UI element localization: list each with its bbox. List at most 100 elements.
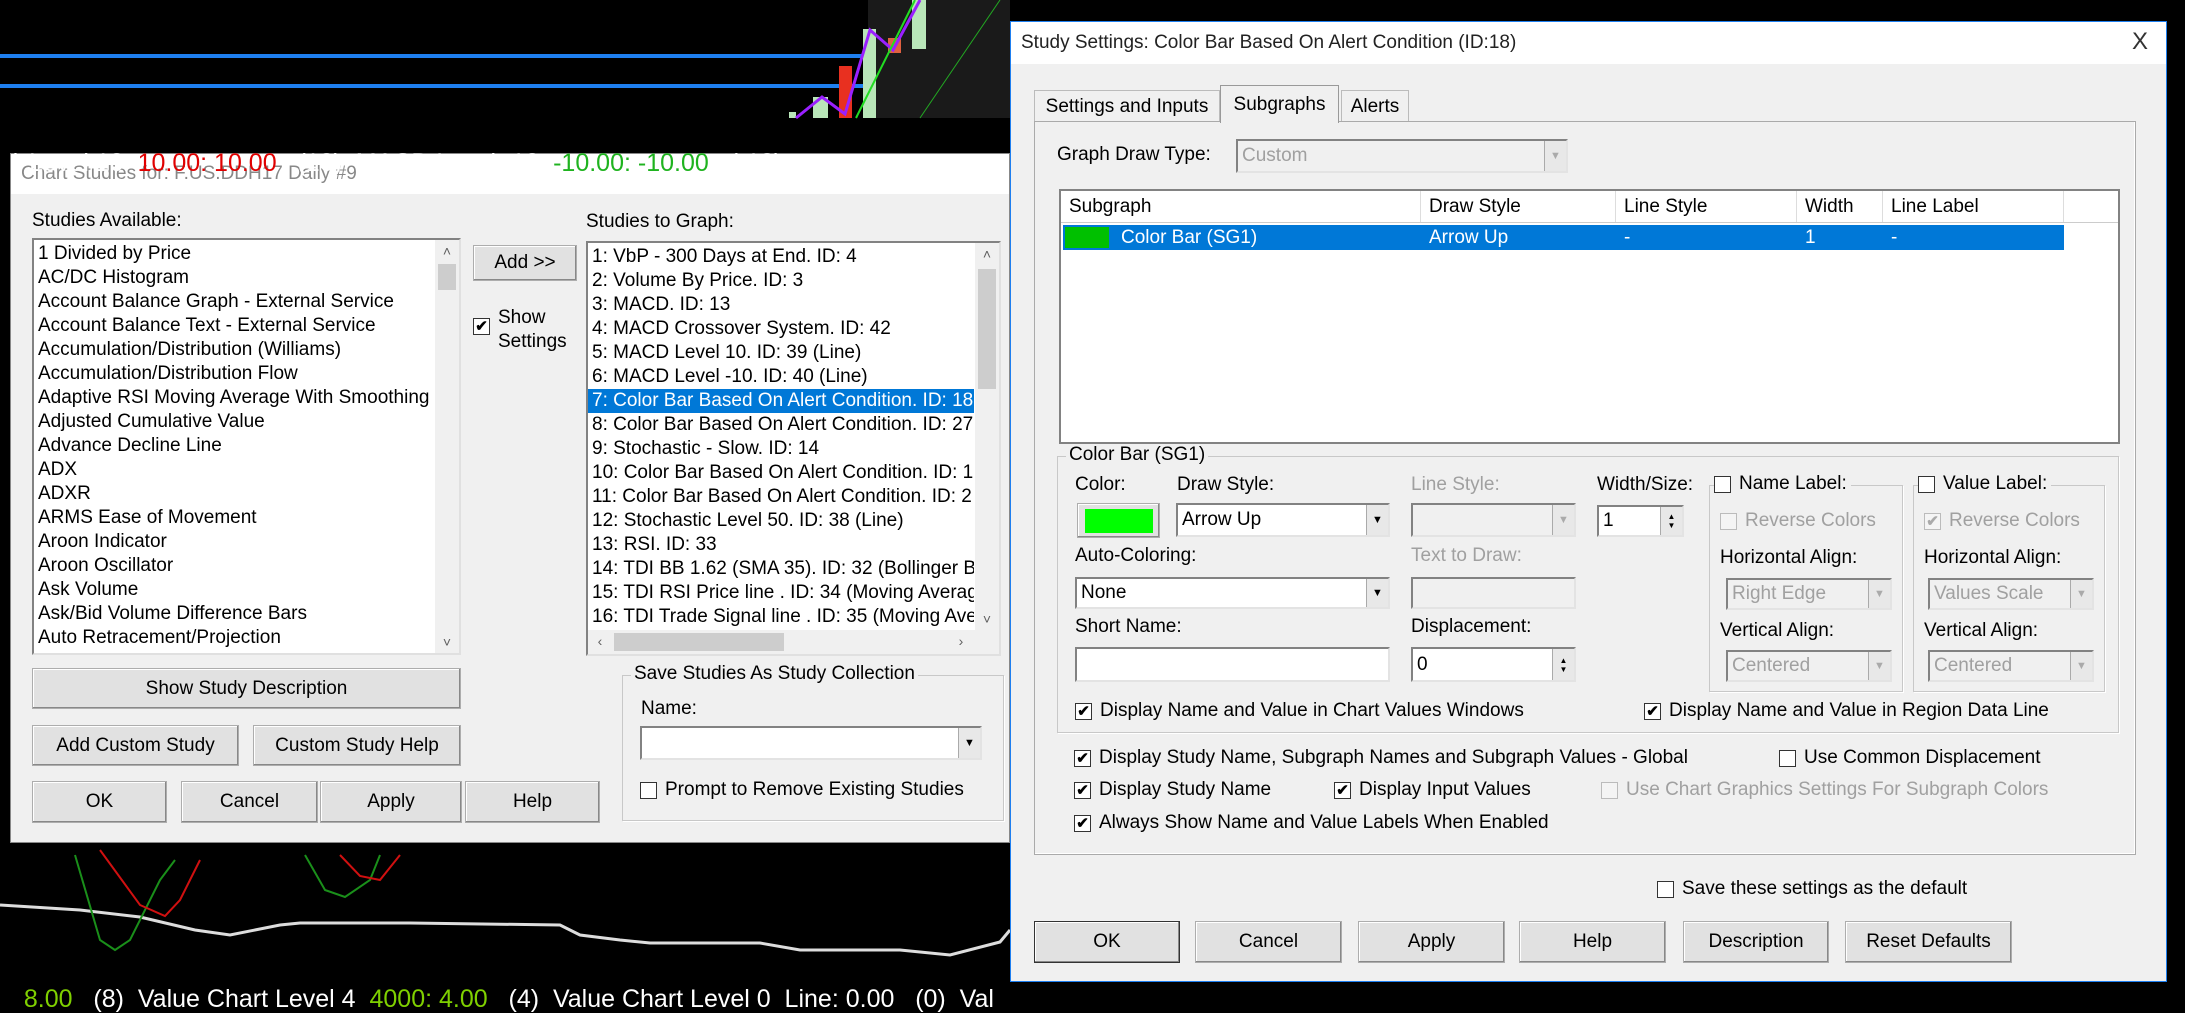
displacement-spinner[interactable]: 0 ▲ ▼: [1411, 647, 1576, 682]
checkbox-box[interactable]: [1779, 749, 1796, 767]
checkbox-box[interactable]: ✔: [1644, 702, 1661, 720]
dropdown-arrow-icon[interactable]: ▼: [1544, 141, 1566, 171]
apply-button[interactable]: Apply: [1358, 921, 1505, 963]
list-item[interactable]: Automatic Trendlines: [34, 650, 434, 653]
name-horizontal-align-combo[interactable]: Right Edge ▼: [1726, 578, 1892, 610]
name-vertical-align-combo[interactable]: Centered ▼: [1726, 650, 1892, 682]
chart-values-window-checkbox[interactable]: ✔ Display Name and Value in Chart Values …: [1075, 700, 1524, 722]
horizontal-scrollbar[interactable]: ‹ ›: [588, 630, 999, 654]
ok-button[interactable]: OK: [32, 781, 167, 823]
close-icon[interactable]: X: [2132, 28, 2148, 56]
list-item[interactable]: Aroon Indicator: [34, 530, 434, 554]
list-item[interactable]: 2: Volume By Price. ID: 3: [588, 269, 974, 293]
checkbox-box[interactable]: ✔: [1334, 781, 1351, 799]
list-item[interactable]: Ask Volume: [34, 578, 434, 602]
scroll-thumb[interactable]: [978, 269, 996, 389]
checkbox-box[interactable]: ✔: [1075, 702, 1092, 720]
list-item[interactable]: 8: Color Bar Based On Alert Condition. I…: [588, 413, 974, 437]
list-item[interactable]: Account Balance Text - External Service: [34, 314, 434, 338]
list-item[interactable]: Account Balance Graph - External Service: [34, 290, 434, 314]
checkbox-box[interactable]: [1714, 475, 1731, 493]
list-item[interactable]: 13: RSI. ID: 33: [588, 533, 974, 557]
help-button[interactable]: Help: [465, 781, 600, 823]
name-reverse-colors-checkbox[interactable]: Reverse Colors: [1720, 510, 1876, 532]
scroll-down-icon[interactable]: ˅: [435, 631, 459, 653]
save-as-default-checkbox[interactable]: Save these settings as the default: [1657, 878, 1967, 900]
column-header[interactable]: Width: [1797, 191, 1883, 222]
studies-to-graph-list[interactable]: 1: VbP - 300 Days at End. ID: 4 2: Volume…: [586, 241, 1001, 656]
region-data-line-checkbox[interactable]: ✔ Display Name and Value in Region Data L…: [1644, 700, 2049, 722]
auto-coloring-combo[interactable]: None ▼: [1075, 577, 1390, 609]
always-show-labels-checkbox[interactable]: ✔ Always Show Name and Value Labels When …: [1074, 812, 1549, 834]
spin-arrows-icon[interactable]: ▲ ▼: [1552, 649, 1574, 680]
use-common-displacement-checkbox[interactable]: Use Common Displacement: [1779, 747, 2041, 769]
add-study-button[interactable]: Add >>: [473, 245, 577, 281]
ok-button[interactable]: OK: [1034, 921, 1180, 963]
reset-defaults-button[interactable]: Reset Defaults: [1845, 921, 2012, 963]
checkbox-box[interactable]: ✔: [1924, 512, 1941, 530]
checkbox-box[interactable]: ✔: [1074, 749, 1091, 767]
list-item[interactable]: ADX: [34, 458, 434, 482]
value-vertical-align-combo[interactable]: Centered ▼: [1928, 650, 2094, 682]
subgraph-table[interactable]: Subgraph Draw Style Line Style Width Lin…: [1059, 189, 2120, 444]
cancel-button[interactable]: Cancel: [181, 781, 318, 823]
list-item[interactable]: Adaptive RSI Moving Average With Smoothi…: [34, 386, 434, 410]
checkbox-box[interactable]: [1918, 475, 1935, 493]
custom-study-help-button[interactable]: Custom Study Help: [253, 725, 461, 766]
spin-arrows-icon[interactable]: ▲ ▼: [1660, 507, 1682, 535]
checkbox-box[interactable]: ✔: [1074, 781, 1091, 799]
description-button[interactable]: Description: [1683, 921, 1829, 963]
display-study-name-checkbox[interactable]: ✔ Display Study Name: [1074, 779, 1271, 801]
list-item[interactable]: Accumulation/Distribution (Williams): [34, 338, 434, 362]
scroll-down-icon[interactable]: ˅: [975, 608, 999, 630]
short-name-input[interactable]: [1075, 647, 1390, 682]
color-picker-button[interactable]: [1077, 503, 1160, 538]
list-item[interactable]: Aroon Oscillator: [34, 554, 434, 578]
dropdown-arrow-icon[interactable]: ▼: [958, 728, 980, 758]
apply-button[interactable]: Apply: [320, 781, 462, 823]
column-header[interactable]: Draw Style: [1421, 191, 1616, 222]
checkbox-box[interactable]: ✔: [1074, 814, 1091, 832]
list-item[interactable]: 3: MACD. ID: 13: [588, 293, 974, 317]
list-item[interactable]: 9: Stochastic - Slow. ID: 14: [588, 437, 974, 461]
list-item[interactable]: ARMS Ease of Movement: [34, 506, 434, 530]
show-settings-checkbox[interactable]: ✔ Show Settings: [473, 306, 568, 354]
list-item[interactable]: 15: TDI RSI Price line . ID: 34 (Moving …: [588, 581, 974, 605]
list-item[interactable]: Auto Retracement/Projection: [34, 626, 434, 650]
scroll-thumb[interactable]: [614, 633, 784, 651]
prompt-remove-checkbox[interactable]: Prompt to Remove Existing Studies: [640, 779, 964, 801]
tab-subgraphs[interactable]: Subgraphs: [1220, 85, 1339, 123]
checkbox-box[interactable]: [1601, 781, 1618, 799]
list-item[interactable]: 4: MACD Crossover System. ID: 42: [588, 317, 974, 341]
list-item[interactable]: AC/DC Histogram: [34, 266, 434, 290]
value-reverse-colors-checkbox[interactable]: ✔ Reverse Colors: [1924, 510, 2080, 532]
scroll-up-icon[interactable]: ˄: [435, 240, 459, 262]
add-custom-study-button[interactable]: Add Custom Study: [32, 725, 239, 766]
checkbox-box[interactable]: ✔: [473, 318, 490, 335]
scroll-up-icon[interactable]: ˄: [975, 243, 999, 265]
list-item[interactable]: 11: Color Bar Based On Alert Condition. …: [588, 485, 974, 509]
list-item[interactable]: 14: TDI BB 1.62 (SMA 35). ID: 32 (Bollin…: [588, 557, 974, 581]
checkbox-box[interactable]: [640, 781, 657, 799]
display-global-checkbox[interactable]: ✔ Display Study Name, Subgraph Names and …: [1074, 747, 1688, 769]
list-item[interactable]: 16: TDI Trade Signal line . ID: 35 (Movi…: [588, 605, 974, 629]
name-label-checkbox[interactable]: Name Label:: [1714, 473, 1851, 495]
list-item[interactable]: Accumulation/Distribution Flow: [34, 362, 434, 386]
collection-name-combo[interactable]: ▼: [640, 726, 982, 760]
scroll-left-icon[interactable]: ‹: [588, 630, 612, 652]
scroll-right-icon[interactable]: ›: [949, 630, 973, 652]
chart-graphics-colors-checkbox[interactable]: Use Chart Graphics Settings For Subgraph…: [1601, 779, 2048, 801]
dropdown-arrow-icon[interactable]: ▼: [2070, 652, 2092, 680]
dropdown-arrow-icon[interactable]: ▼: [1366, 579, 1388, 607]
column-header[interactable]: Line Label: [1883, 191, 2064, 222]
show-study-description-button[interactable]: Show Study Description: [32, 668, 461, 709]
graph-draw-type-combo[interactable]: Custom ▼: [1236, 139, 1568, 173]
dropdown-arrow-icon[interactable]: ▼: [1868, 580, 1890, 608]
cancel-button[interactable]: Cancel: [1195, 921, 1342, 963]
scroll-thumb[interactable]: [438, 264, 456, 290]
dropdown-arrow-icon[interactable]: ▼: [1868, 652, 1890, 680]
list-item[interactable]: 6: MACD Level -10. ID: 40 (Line): [588, 365, 974, 389]
help-button[interactable]: Help: [1519, 921, 1666, 963]
list-item[interactable]: 1 Divided by Price: [34, 242, 434, 266]
scrollbar[interactable]: ˄ ˅: [435, 240, 459, 653]
